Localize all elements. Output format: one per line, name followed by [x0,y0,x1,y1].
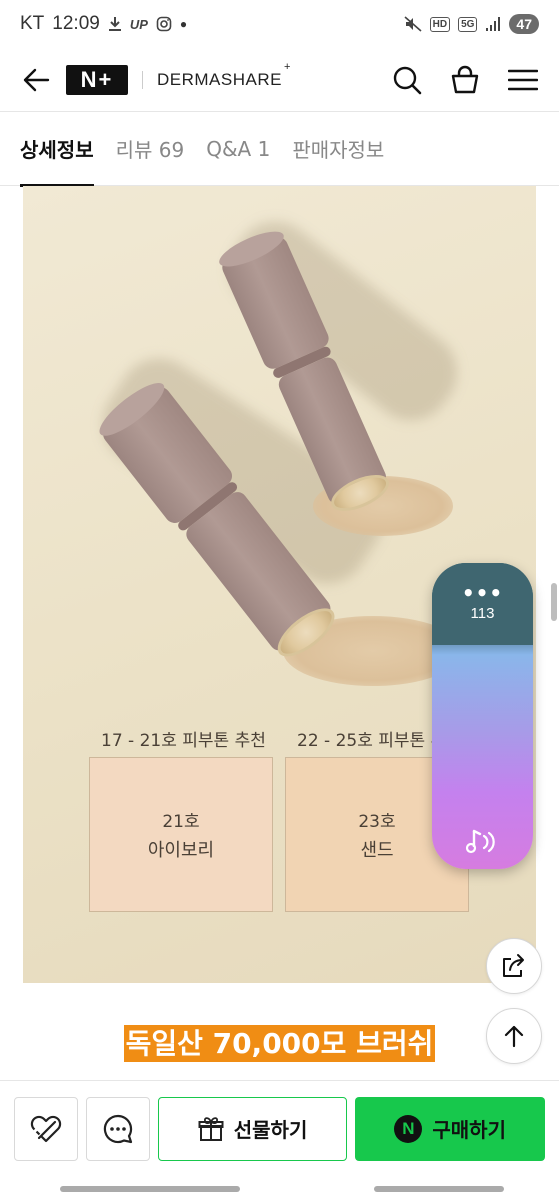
shade-number: 23호 [358,812,396,832]
nav-gesture-bar [60,1186,240,1192]
shade-swatch-ivory: 21호 아이보리 [89,757,273,912]
instagram-icon [156,16,172,32]
widget-more-icon[interactable]: ••• [432,581,533,605]
app-header: N+ DERMASHARE + [0,48,559,112]
store-brand-name: DERMASHARE [157,69,282,89]
battery-indicator: 47 [509,14,539,34]
gift-button[interactable]: 선물하기 [157,1096,348,1161]
shade-caption: 17 - 21호 피부톤 추천 [101,731,266,751]
clock: 12:09 [52,13,100,34]
product-tabs: 상세정보 리뷰 69 Q&A 1 판매자정보 [0,112,559,187]
download-icon [108,16,122,32]
shade-number: 21호 [162,812,200,832]
menu-button[interactable] [503,60,543,100]
naver-pay-icon: N [394,1114,423,1143]
widget-value: 113 [470,605,495,622]
cart-button[interactable] [445,60,485,100]
notification-dot-icon: ● [179,17,188,31]
shade-name: 샌드 [360,840,394,861]
buy-button[interactable]: N 구매하기 [355,1096,545,1161]
network-badge: 5G [458,16,478,32]
tab-reviews[interactable]: 리뷰 69 [116,112,185,186]
mute-icon [404,16,422,32]
buy-button-label: 구매하기 [432,1118,506,1142]
purchase-bar: 선물하기 N 구매하기 [0,1080,559,1176]
nplus-logo[interactable]: N+ [66,64,128,95]
store-brand[interactable]: DERMASHARE + [157,61,290,90]
status-bar: KT 12:09 UP ● HD 5G 47 [0,0,559,48]
tab-seller-info[interactable]: 판매자정보 [292,112,384,186]
chat-bubble-icon [103,1114,132,1143]
hd-badge: HD [429,16,451,32]
nav-gesture-bar [374,1186,504,1192]
tab-details[interactable]: 상세정보 [20,112,94,187]
back-button[interactable] [16,60,56,100]
promo-text: 독일산 70,000모 브러쉬 [123,1025,436,1062]
up-label: UP [129,16,148,32]
back-arrow-icon [23,68,50,91]
heart-check-icon [30,1115,62,1142]
shade-caption: 22 - 25호 피부톤 추 [297,731,447,751]
wishlist-button[interactable] [14,1096,78,1161]
promo-caption: 독일산 70,000모 브러쉬 [0,1022,559,1062]
gift-button-label: 선물하기 [233,1118,308,1142]
gift-icon [198,1116,224,1141]
search-button[interactable] [387,60,427,100]
carrier-label: KT [20,13,45,34]
shade-name: 아이보리 [147,840,215,861]
sound-note-icon[interactable] [464,827,500,857]
signal-icon [485,16,501,32]
floating-audio-widget[interactable]: ••• 113 [432,563,533,869]
store-brand-mark: + [284,60,291,73]
share-button[interactable] [486,938,542,994]
tab-qna[interactable]: Q&A 1 [206,112,270,186]
share-icon [503,954,524,977]
search-icon [393,66,422,94]
hamburger-menu-icon [508,69,538,90]
logo-divider [142,70,143,89]
shopping-basket-icon [451,65,479,93]
scroll-handle[interactable] [551,583,557,621]
chat-button[interactable] [85,1096,150,1161]
